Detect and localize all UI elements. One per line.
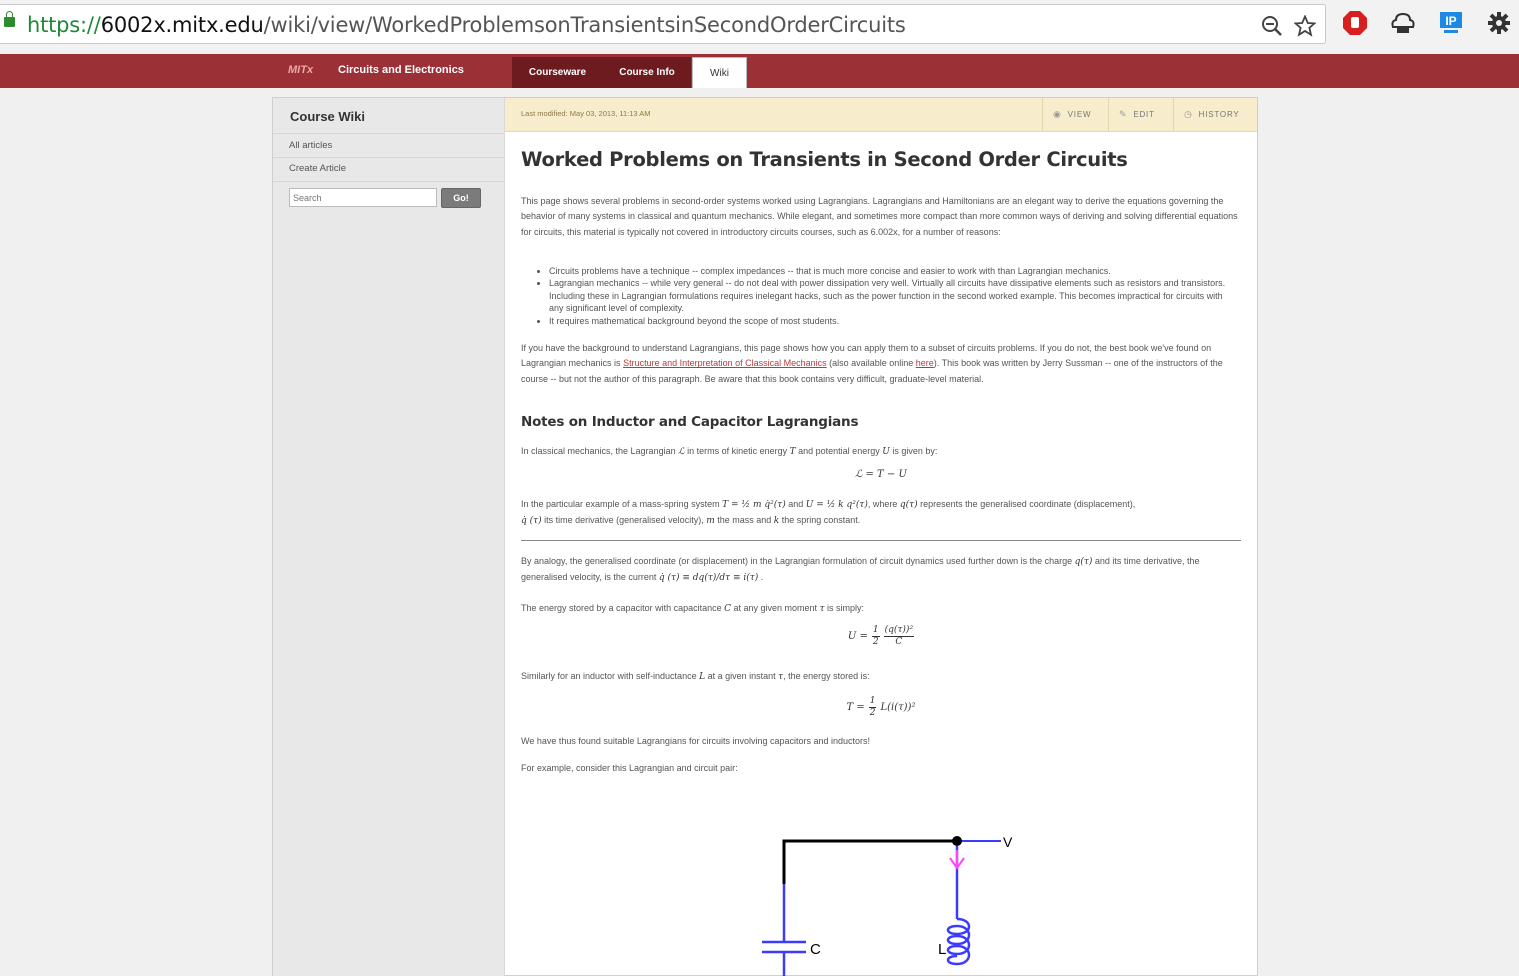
- pencil-icon: ✎: [1119, 109, 1128, 119]
- site-header: MITx Circuits and Electronics Courseware…: [0, 54, 1519, 88]
- ip-extension-icon[interactable]: IP: [1438, 10, 1464, 36]
- zoom-icon[interactable]: [1261, 15, 1283, 41]
- ip-extension-label: IP: [1445, 14, 1456, 28]
- intro-paragraph: This page shows several problems in seco…: [521, 196, 1238, 237]
- list-item: Circuits problems have a technique -- co…: [549, 265, 1239, 277]
- divider: [273, 133, 504, 134]
- cloud-extension-icon[interactable]: [1390, 10, 1416, 36]
- divider: [273, 157, 504, 158]
- address-bar[interactable]: https://6002x.mitx.edu/wiki/view/WorkedP…: [0, 4, 1326, 44]
- divider: [521, 540, 1241, 541]
- bookmark-star-icon[interactable]: [1293, 14, 1317, 41]
- found-paragraph: We have thus found suitable Lagrangians …: [521, 736, 871, 746]
- capacitor-paragraph: The energy stored by a capacitor with ca…: [521, 603, 865, 614]
- view-label: VIEW: [1067, 110, 1092, 119]
- inductor-label: L: [938, 941, 946, 958]
- search-input[interactable]: [289, 188, 437, 207]
- capacitor-energy-equation: U = 12 (q(τ))² C: [847, 625, 915, 647]
- node-dot: [952, 836, 962, 846]
- mass-spring-paragraph: In the particular example of a mass-spri…: [521, 499, 1136, 527]
- article-toolbar: Last modified: May 03, 2013, 11:13 AM ◉ V…: [505, 98, 1257, 132]
- inductor-paragraph: Similarly for an inductor with self-indu…: [521, 671, 870, 682]
- tab-wiki[interactable]: Wiki: [692, 57, 747, 88]
- course-title[interactable]: Circuits and Electronics: [338, 64, 464, 76]
- history-label: HISTORY: [1198, 110, 1240, 119]
- analogy-paragraph: By analogy, the generalised coordinate (…: [521, 556, 1200, 584]
- edit-button[interactable]: ✎ EDIT: [1108, 98, 1173, 131]
- clock-icon: ◷: [1184, 109, 1193, 119]
- lagrangian-paragraph: In classical mechanics, the Lagrangian ℒ…: [521, 446, 938, 457]
- browser-toolbar: https://6002x.mitx.edu/wiki/view/WorkedP…: [0, 0, 1519, 52]
- lc-circuit-diagram: V C L: [762, 834, 1013, 976]
- sidebar-link-all-articles[interactable]: All articles: [289, 140, 332, 151]
- view-button[interactable]: ◉ VIEW: [1042, 98, 1108, 131]
- wiki-sidebar: Course Wiki All articles Create Article …: [273, 98, 505, 976]
- top-wire: [782, 839, 957, 884]
- lagrangian-equation: ℒ = T − U: [855, 469, 907, 480]
- section-heading: Notes on Inductor and Capacitor Lagrangi…: [521, 414, 859, 430]
- search-go-button[interactable]: Go!: [441, 188, 481, 208]
- list-item: Lagrangian mechanics -- while very gener…: [549, 277, 1239, 314]
- history-button[interactable]: ◷ HISTORY: [1173, 98, 1257, 131]
- capacitor-label: C: [810, 941, 821, 958]
- eye-icon: ◉: [1053, 109, 1062, 119]
- sicm-book-link[interactable]: Structure and Interpretation of Classica…: [623, 358, 827, 368]
- reasons-list: Circuits problems have a technique -- co…: [521, 265, 1239, 327]
- tab-course-info[interactable]: Course Info: [603, 57, 691, 88]
- edit-label: EDIT: [1133, 110, 1155, 119]
- sidebar-link-create-article[interactable]: Create Article: [289, 163, 346, 174]
- node-label-v: V: [1003, 834, 1013, 850]
- adblock-icon[interactable]: [1342, 10, 1368, 36]
- inductor-coil: [946, 917, 971, 966]
- list-item: It requires mathematical background beyo…: [549, 315, 1239, 327]
- divider: [273, 181, 504, 182]
- brand-logo[interactable]: MITx: [288, 64, 313, 76]
- sidebar-title: Course Wiki: [290, 109, 366, 124]
- background-paragraph: If you have the background to understand…: [521, 343, 1223, 384]
- inductor-energy-equation: T = 12 L(i(τ))²: [846, 696, 916, 718]
- lock-icon: [4, 11, 15, 27]
- last-modified: Last modified: May 03, 2013, 11:13 AM: [521, 109, 651, 118]
- url-text[interactable]: https://6002x.mitx.edu/wiki/view/WorkedP…: [27, 13, 906, 37]
- settings-gear-icon[interactable]: [1486, 10, 1512, 36]
- tab-courseware[interactable]: Courseware: [512, 57, 603, 88]
- article-title: Worked Problems on Transients in Second …: [521, 148, 1128, 171]
- sicm-online-link[interactable]: here: [916, 358, 934, 368]
- example-paragraph: For example, consider this Lagrangian an…: [521, 763, 738, 773]
